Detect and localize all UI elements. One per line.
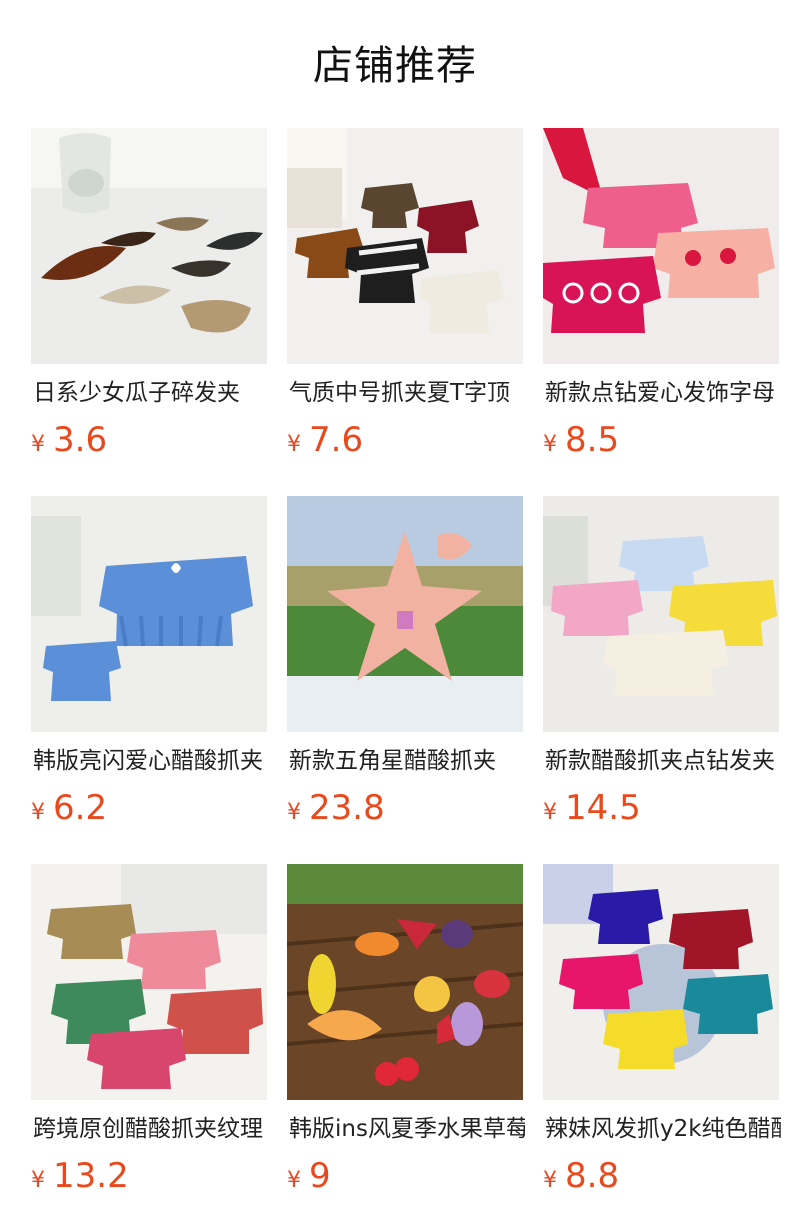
product-price: ¥7.6	[287, 420, 363, 460]
currency-symbol: ¥	[543, 1168, 557, 1193]
price-value: 9	[309, 1156, 331, 1196]
price-value: 7.6	[309, 420, 364, 460]
product-name[interactable]: 韩版ins风夏季水果草莓	[289, 1112, 525, 1146]
product-card[interactable]: 新款五角星醋酸抓夹 ¥23.8	[287, 496, 523, 836]
product-price: ¥23.8	[287, 788, 385, 828]
price-value: 8.8	[565, 1156, 620, 1196]
product-card[interactable]: 新款点钻爱心发饰字母 ¥8.5	[543, 128, 779, 468]
product-price: ¥6.2	[31, 788, 107, 828]
price-value: 23.8	[309, 788, 385, 828]
product-card[interactable]: 气质中号抓夹夏T字顶 ¥7.6	[287, 128, 523, 468]
product-name[interactable]: 跨境原创醋酸抓夹纹理	[33, 1112, 269, 1146]
product-name[interactable]: 韩版亮闪爱心醋酸抓夹	[33, 744, 269, 778]
product-name[interactable]: 新款醋酸抓夹点钻发夹	[545, 744, 781, 778]
currency-symbol: ¥	[31, 1168, 45, 1193]
product-name[interactable]: 新款点钻爱心发饰字母	[545, 376, 781, 410]
product-price: ¥14.5	[543, 788, 641, 828]
currency-symbol: ¥	[287, 1168, 301, 1193]
currency-symbol: ¥	[287, 432, 301, 457]
price-value: 3.6	[53, 420, 108, 460]
product-image[interactable]	[31, 128, 267, 364]
product-price: ¥8.8	[543, 1156, 619, 1196]
product-price: ¥3.6	[31, 420, 107, 460]
product-image[interactable]	[31, 864, 267, 1100]
product-image[interactable]	[543, 864, 779, 1100]
product-image[interactable]	[287, 496, 523, 732]
currency-symbol: ¥	[543, 800, 557, 825]
product-card[interactable]: 日系少女瓜子碎发夹 ¥3.6	[31, 128, 267, 468]
currency-symbol: ¥	[31, 432, 45, 457]
currency-symbol: ¥	[543, 432, 557, 457]
product-image[interactable]	[543, 128, 779, 364]
price-value: 8.5	[565, 420, 620, 460]
product-card[interactable]: 新款醋酸抓夹点钻发夹 ¥14.5	[543, 496, 779, 836]
product-name[interactable]: 辣妹风发抓y2k纯色醋酸	[545, 1112, 781, 1146]
product-name[interactable]: 日系少女瓜子碎发夹	[33, 376, 269, 410]
product-price: ¥9	[287, 1156, 331, 1196]
product-card[interactable]: 韩版ins风夏季水果草莓 ¥9	[287, 864, 525, 1204]
product-card[interactable]: 跨境原创醋酸抓夹纹理 ¥13.2	[31, 864, 267, 1204]
product-card[interactable]: 韩版亮闪爱心醋酸抓夹 ¥6.2	[31, 496, 267, 836]
product-image[interactable]	[287, 128, 523, 364]
price-value: 13.2	[53, 1156, 129, 1196]
product-name[interactable]: 新款五角星醋酸抓夹	[289, 744, 525, 778]
currency-symbol: ¥	[287, 800, 301, 825]
product-image[interactable]	[543, 496, 779, 732]
product-card[interactable]: 辣妹风发抓y2k纯色醋酸 ¥8.8	[543, 864, 781, 1204]
currency-symbol: ¥	[31, 800, 45, 825]
product-grid: 日系少女瓜子碎发夹 ¥3.6 气质中号抓夹夏T字顶 ¥7.6 新款点钻爱心发饰字…	[0, 0, 790, 1232]
price-value: 14.5	[565, 788, 641, 828]
price-value: 6.2	[53, 788, 108, 828]
product-price: ¥8.5	[543, 420, 619, 460]
product-image[interactable]	[287, 864, 523, 1100]
product-name[interactable]: 气质中号抓夹夏T字顶	[289, 376, 525, 410]
product-price: ¥13.2	[31, 1156, 129, 1196]
product-image[interactable]	[31, 496, 267, 732]
